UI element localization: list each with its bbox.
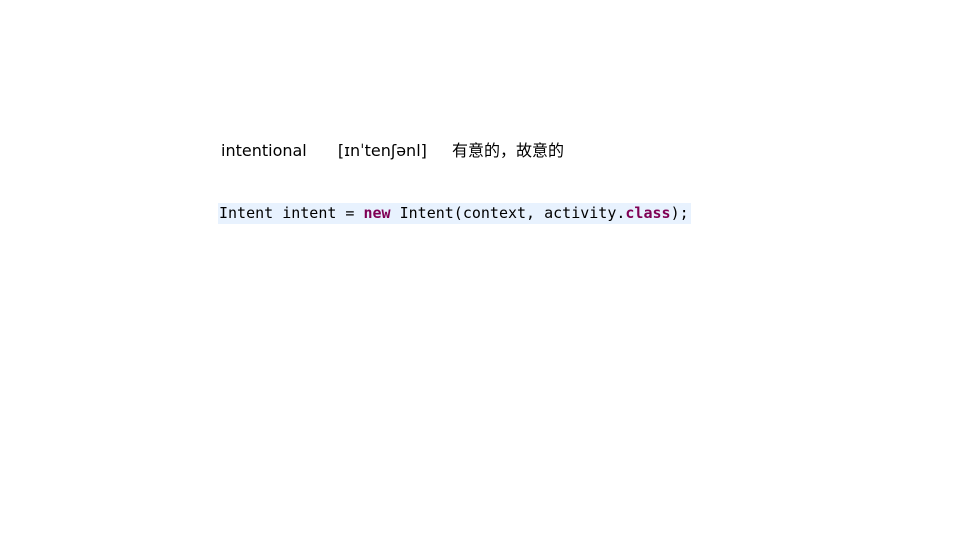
vocab-phonetic: [ɪnˈtenʃənl] <box>337 141 427 160</box>
code-keyword-class: class <box>625 204 671 222</box>
code-text-end: ); <box>670 204 689 222</box>
code-keyword-new: new <box>363 204 391 222</box>
vocab-word: intentional <box>221 141 307 160</box>
code-text-declaration: Intent intent = <box>219 204 364 222</box>
vocab-meaning: 有意的，故意的 <box>451 141 564 160</box>
code-text-constructor: Intent(context, activity. <box>390 204 626 222</box>
code-snippet: Intent intent = new Intent(context, acti… <box>218 203 691 224</box>
vocabulary-entry: intentional [ɪnˈtenʃənl] 有意的，故意的 <box>221 140 564 162</box>
